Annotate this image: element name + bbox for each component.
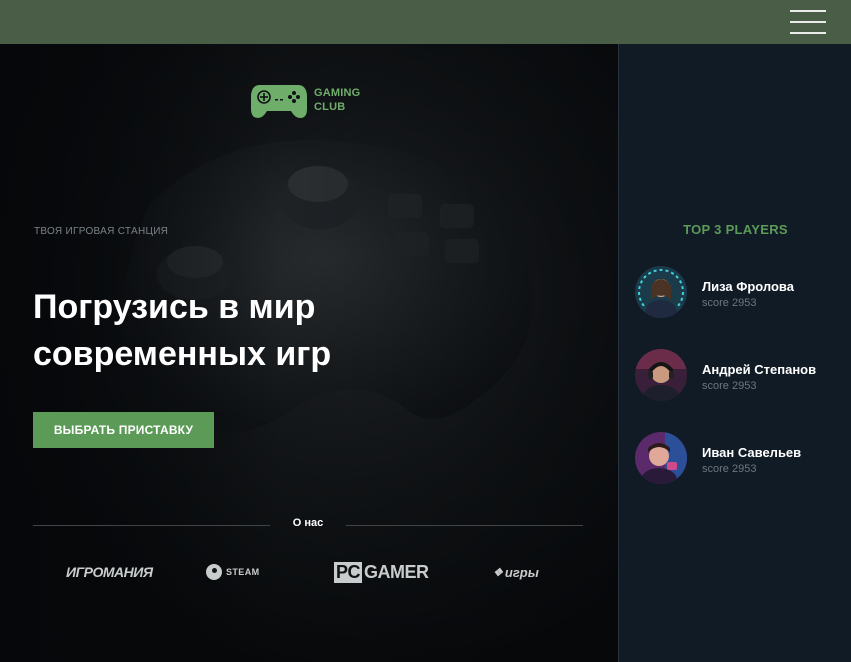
- headline-line-2: современных игр: [33, 335, 332, 373]
- partner-logo-igry[interactable]: ❖ игры: [493, 560, 539, 584]
- score-value: 2953: [731, 380, 757, 392]
- score-label: score: [702, 463, 729, 475]
- player-name: Андрей Степанов: [702, 362, 817, 377]
- score-label: score: [702, 380, 729, 392]
- top-players-title: TOP 3 PLAYERS: [683, 222, 788, 237]
- steam-icon: [206, 564, 222, 580]
- hero-section: GAMING CLUB ТВОЯ ИГРОВАЯ СТАНЦИЯ Погрузи…: [0, 44, 618, 662]
- top-bar: [0, 0, 851, 44]
- about-label[interactable]: О нас: [33, 517, 583, 529]
- hero-headline: Погрузись в мир современных игр: [33, 284, 453, 378]
- score-value: 2953: [731, 297, 757, 309]
- player-score: score 2953: [702, 297, 756, 309]
- player-card[interactable]: Лиза Фролова score 2953: [635, 266, 850, 320]
- partner-igry-text: игры: [504, 564, 539, 580]
- player-avatar: [635, 266, 687, 318]
- player-name: Иван Савельев: [702, 445, 802, 460]
- divider-line-right: [346, 525, 583, 526]
- partner-logo-pcgamer[interactable]: PC GAMER: [334, 560, 429, 584]
- top-players-sidebar: TOP 3 PLAYERS Лиза Фролова score 2953 Ан…: [618, 44, 851, 662]
- player-avatar: [635, 349, 687, 401]
- partner-pcgamer-text: GAMER: [364, 561, 429, 582]
- choose-console-button[interactable]: ВЫБРАТЬ ПРИСТАВКУ: [33, 412, 214, 448]
- logo-line-1: GAMING: [314, 87, 361, 99]
- score-label: score: [702, 297, 729, 309]
- player-card[interactable]: Андрей Степанов score 2953: [635, 349, 850, 403]
- player-score: score 2953: [702, 380, 756, 392]
- logo-text: GAMING CLUB: [314, 86, 360, 114]
- player-card[interactable]: Иван Савельев score 2953: [635, 432, 850, 486]
- partner-logo-igromania[interactable]: ИГРОМАНИЯ: [66, 560, 153, 584]
- hamburger-menu-icon[interactable]: [790, 10, 826, 36]
- player-name: Лиза Фролова: [702, 279, 794, 294]
- headline-line-1: Погрузись в мир: [33, 288, 316, 326]
- player-score: score 2953: [702, 463, 756, 475]
- score-value: 2953: [731, 463, 757, 475]
- partner-steam-text: STEAM: [226, 567, 260, 577]
- player-avatar: [635, 432, 687, 484]
- gaming-club-logo[interactable]: GAMING CLUB: [250, 81, 360, 119]
- gamepad-icon: [251, 85, 307, 118]
- partner-igromania-text: ИГРОМАНИЯ: [66, 564, 153, 580]
- partner-logo-steam[interactable]: STEAM: [206, 560, 260, 584]
- game-icon: ❖: [493, 566, 503, 579]
- logo-line-2: CLUB: [314, 101, 346, 113]
- about-divider: О нас: [33, 517, 583, 533]
- partner-pcgamer-prefix: PC: [334, 561, 363, 583]
- hero-tagline: ТВОЯ ИГРОВАЯ СТАНЦИЯ: [34, 226, 169, 237]
